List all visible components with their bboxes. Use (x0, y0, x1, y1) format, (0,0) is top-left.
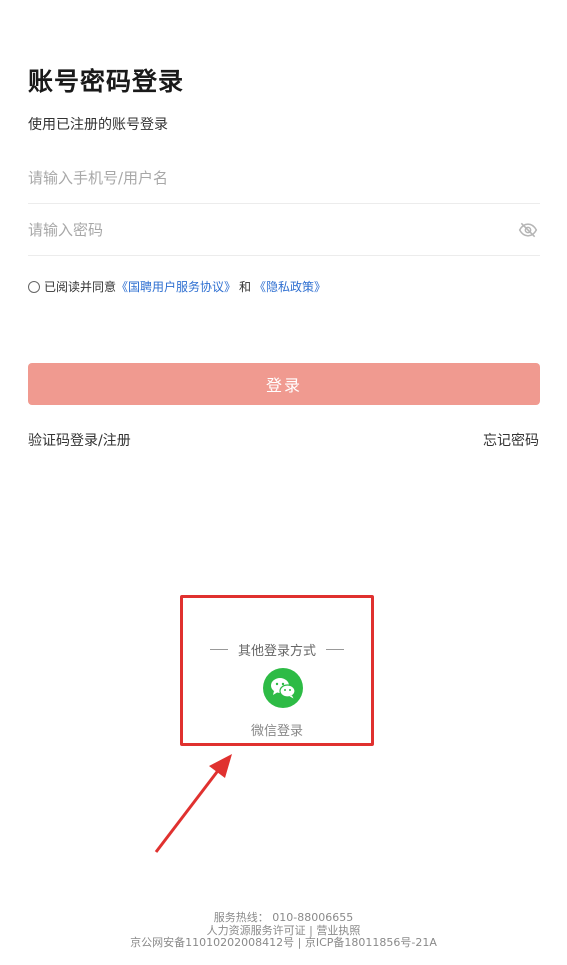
wechat-login-button[interactable] (263, 668, 303, 708)
divider-left (209, 649, 228, 650)
privacy-policy-link[interactable]: 《隐私政策》 (254, 278, 326, 295)
other-login-title: 其他登录方式 (237, 644, 316, 659)
red-arrow-annotation (154, 754, 232, 853)
password-field-row (28, 204, 540, 256)
page-subtitle: 使用已注册的账号登录 (28, 117, 168, 133)
footer: 服务热线： 010-88006655 人力资源服务许可证 | 营业执照 京公网安… (0, 911, 567, 950)
footer-separator: | (309, 923, 313, 937)
login-page: 账号密码登录 使用已注册的账号登录 已阅读并同意 《国聘用户服务协议》 和 《隐… (0, 0, 567, 965)
agreement-row: 已阅读并同意 《国聘用户服务协议》 和 《隐私政策》 (28, 278, 326, 295)
footer-icp: 京公网安备11010202008412号 | 京ICP备18011856号-21… (130, 936, 437, 949)
phone-input[interactable] (28, 152, 540, 203)
phone-field-row (28, 152, 540, 204)
password-input[interactable] (28, 204, 518, 255)
other-login-heading: 其他登录方式 (183, 640, 371, 659)
page-title: 账号密码登录 (28, 67, 185, 96)
forgot-password-link[interactable]: 忘记密码 (483, 430, 539, 450)
sms-login-link[interactable]: 验证码登录/注册 (28, 430, 131, 450)
eye-off-icon[interactable] (518, 220, 538, 240)
business-license-link[interactable]: 营业执照 (316, 924, 360, 937)
login-button[interactable]: 登录 (28, 363, 540, 405)
wechat-icon (271, 678, 296, 699)
agreement-and: 和 (239, 280, 252, 294)
agreement-radio[interactable] (28, 280, 40, 293)
service-agreement-link[interactable]: 《国聘用户服务协议》 (116, 278, 236, 295)
agreement-prefix: 已阅读并同意 (44, 280, 117, 294)
other-login-highlight: 其他登录方式 微信登录 (180, 595, 374, 746)
hr-license-link[interactable]: 人力资源服务许可证 (207, 924, 306, 937)
wechat-login-label[interactable]: 微信登录 (183, 720, 371, 739)
divider-right (326, 649, 344, 650)
